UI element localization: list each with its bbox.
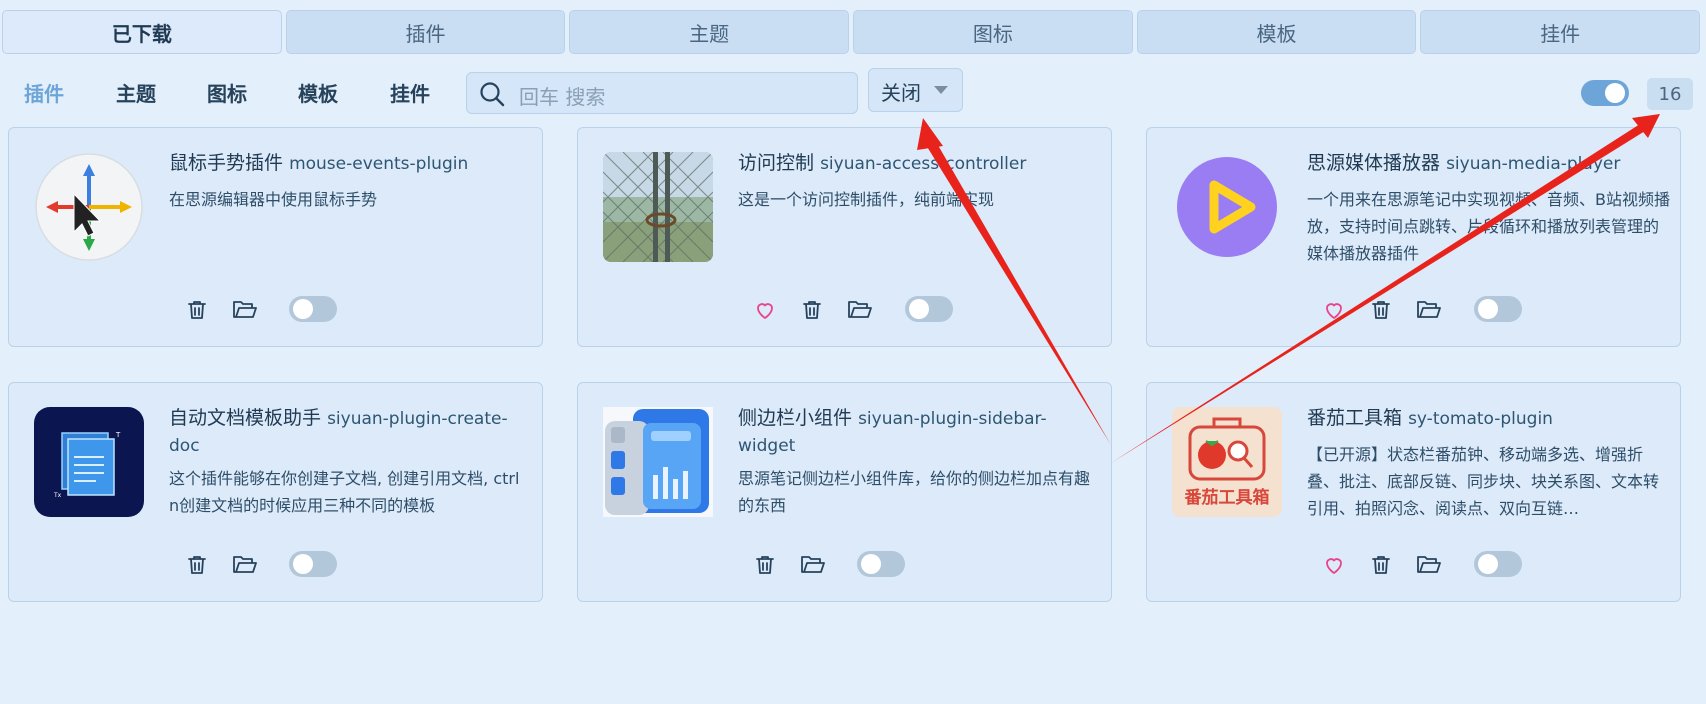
plugin-card: 番茄工具箱 番茄工具箱 sy-tomato-plugin 【已开源】状态栏番茄钟… (1146, 382, 1681, 602)
filter-icons[interactable]: 图标 (207, 78, 247, 107)
tomato-toolbox-icon: 番茄工具箱 (1172, 407, 1282, 517)
filter-dropdown[interactable]: 关闭 (868, 68, 963, 112)
plugin-package-name: sy-tomato-plugin (1408, 409, 1553, 429)
plugin-enable-toggle[interactable] (905, 296, 953, 322)
filter-bar: 插件 主题 图标 模板 挂件 回车 搜索 关闭 16 (0, 68, 1706, 116)
plugin-title-line: 鼠标手势插件 mouse-events-plugin (169, 150, 534, 177)
plugin-actions (9, 296, 542, 324)
svg-text:T: T (115, 431, 121, 439)
tab-templates[interactable]: 模板 (1136, 10, 1417, 54)
plugin-card: T Tx 自动文档模板助手 siyuan-plugin-create-doc 这… (8, 382, 543, 602)
trash-icon[interactable] (800, 298, 824, 322)
plugin-description: 【已开源】状态栏番茄钟、移动端多选、增强折叠、批注、底部反链、同步块、块关系图、… (1307, 445, 1660, 518)
search-input[interactable]: 回车 搜索 (466, 72, 858, 114)
plugin-enable-toggle[interactable] (1474, 296, 1522, 322)
tab-downloaded[interactable]: 已下载 (2, 10, 282, 54)
plugin-actions (9, 551, 542, 579)
trash-icon[interactable] (1369, 298, 1393, 322)
folder-open-icon[interactable] (232, 298, 258, 322)
plugin-title-line: 番茄工具箱 sy-tomato-plugin (1307, 405, 1672, 432)
plugin-title: 鼠标手势插件 (169, 152, 284, 174)
folder-open-icon[interactable] (800, 553, 826, 577)
plugin-enable-toggle[interactable] (857, 551, 905, 577)
master-toggle[interactable] (1581, 80, 1629, 106)
plugin-enable-toggle[interactable] (289, 551, 337, 577)
plugin-description: 这是一个访问控制插件，纯前端实现 (738, 190, 995, 209)
plugin-card: 思源媒体播放器 siyuan-media-player 一个用来在思源笔记中实现… (1146, 127, 1681, 347)
plugin-actions (1147, 296, 1680, 324)
icon-caption: 番茄工具箱 (1184, 487, 1270, 508)
heart-icon[interactable] (753, 298, 777, 322)
search-placeholder: 回车 搜索 (519, 85, 606, 109)
play-icon (1177, 157, 1277, 257)
filter-plugins[interactable]: 插件 (24, 78, 64, 107)
plugin-actions (578, 551, 1111, 579)
plugin-title: 访问控制 (738, 152, 815, 174)
folder-open-icon[interactable] (1416, 553, 1442, 577)
plugin-actions (578, 296, 1111, 324)
plugin-description: 这个插件能够在你创建子文档, 创建引用文档, ctrl n创建文档的时候应用三种… (169, 469, 520, 515)
mouse-gesture-icon (35, 153, 143, 261)
heart-icon[interactable] (1322, 298, 1346, 322)
sidebar-widget-icon (603, 407, 713, 517)
plugin-enable-toggle[interactable] (1474, 551, 1522, 577)
plugin-card: 侧边栏小组件 siyuan-plugin-sidebar-widget 思源笔记… (577, 382, 1112, 602)
plugin-description: 思源笔记侧边栏小组件库，给你的侧边栏加点有趣的东西 (738, 469, 1091, 515)
filter-templates[interactable]: 模板 (298, 78, 338, 107)
filter-themes[interactable]: 主题 (116, 78, 156, 107)
tab-widgets[interactable]: 挂件 (1420, 10, 1701, 54)
plugin-title-line: 侧边栏小组件 siyuan-plugin-sidebar-widget (738, 405, 1103, 459)
plugin-enable-toggle[interactable] (289, 296, 337, 322)
filter-widgets[interactable]: 挂件 (390, 78, 430, 107)
tab-icons[interactable]: 图标 (853, 10, 1133, 54)
locked-gate-photo (603, 152, 713, 262)
svg-text:Tx: Tx (53, 492, 62, 499)
plugin-title: 自动文档模板助手 (169, 407, 322, 429)
folder-open-icon[interactable] (232, 553, 258, 577)
plugin-package-name: siyuan-access-controller (820, 154, 1027, 174)
trash-icon[interactable] (1369, 553, 1393, 577)
tab-themes[interactable]: 主题 (569, 10, 850, 54)
plugin-title: 番茄工具箱 (1307, 407, 1403, 429)
plugin-count-badge: 16 (1647, 78, 1693, 110)
plugin-title: 侧边栏小组件 (738, 407, 853, 429)
trash-icon[interactable] (185, 298, 209, 322)
plugin-description: 一个用来在思源笔记中实现视频、音频、B站视频播放，支持时间点跳转、片段循环和播放… (1307, 190, 1670, 263)
top-tab-bar: 已下载 插件 主题 图标 模板 挂件 (0, 10, 1702, 56)
plugin-title-line: 自动文档模板助手 siyuan-plugin-create-doc (169, 405, 534, 459)
plugin-description: 在思源编辑器中使用鼠标手势 (169, 190, 378, 209)
chevron-down-icon (934, 86, 948, 94)
trash-icon[interactable] (185, 553, 209, 577)
folder-open-icon[interactable] (1416, 298, 1442, 322)
plugin-title-line: 访问控制 siyuan-access-controller (738, 150, 1103, 177)
plugin-title: 思源媒体播放器 (1307, 152, 1441, 174)
plugin-title-line: 思源媒体播放器 siyuan-media-player (1307, 150, 1672, 177)
document-template-icon: T Tx (34, 407, 144, 517)
plugin-card: 访问控制 siyuan-access-controller 这是一个访问控制插件… (577, 127, 1112, 347)
plugin-package-name: siyuan-media-player (1446, 154, 1621, 174)
tab-plugins[interactable]: 插件 (285, 10, 566, 54)
dropdown-value: 关闭 (881, 81, 921, 105)
folder-open-icon[interactable] (847, 298, 873, 322)
heart-icon[interactable] (1322, 553, 1346, 577)
plugin-package-name: mouse-events-plugin (289, 154, 469, 174)
plugin-actions (1147, 551, 1680, 579)
search-icon (480, 82, 505, 107)
trash-icon[interactable] (753, 553, 777, 577)
plugin-card: 鼠标手势插件 mouse-events-plugin 在思源编辑器中使用鼠标手势 (8, 127, 543, 347)
